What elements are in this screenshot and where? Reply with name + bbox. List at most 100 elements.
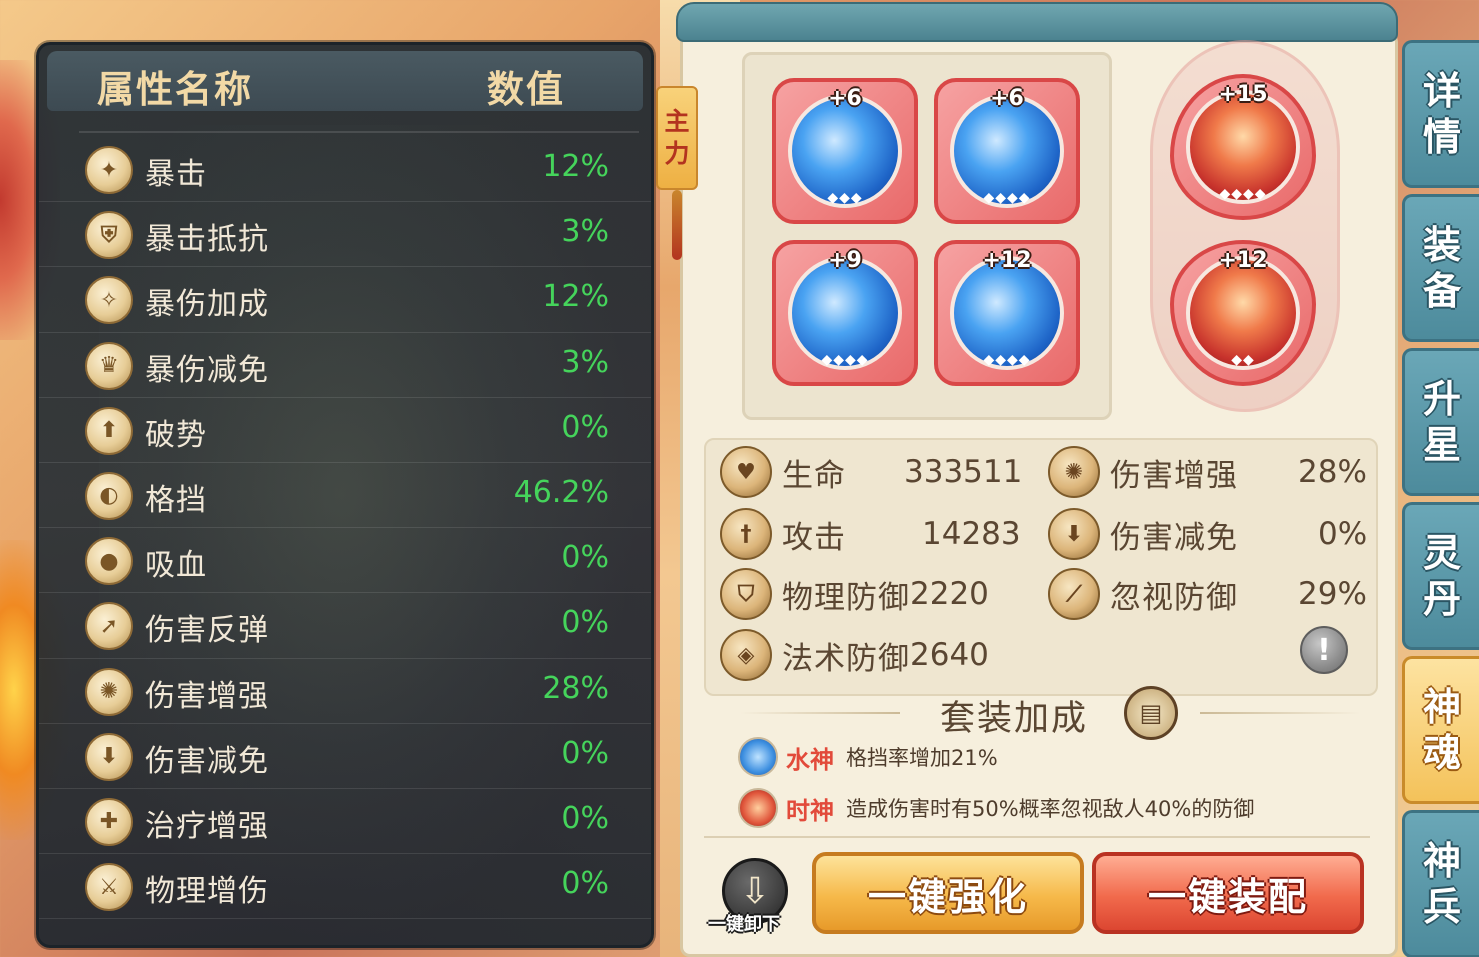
attribute-label: 伤害减免 [145,743,269,779]
divider [740,712,900,714]
stat-ignore-defense: ⟋ 忽视防御 29% [1048,566,1367,622]
soul-slot-6[interactable]: +12 ◆◆ [1170,240,1316,386]
slot-level: +15 [1218,82,1268,107]
crit-resist-icon: ⛨ [85,211,133,260]
stat-hp: ♥ 生命 333511 [720,444,1022,500]
stat-physical-defense: ⛉ 物理防御 2220 [720,566,989,622]
tab-char: 升 [1422,377,1461,421]
attribute-header: 属性名称 数值 [47,51,643,111]
attribute-label: 物理增伤 [145,874,269,910]
damage-boost-icon: ✺ [85,667,133,716]
stat-label: 法术防御 [782,640,910,677]
attribute-row: ✺ 伤害增强 28% [39,659,651,724]
stat-value: 2640 [910,637,989,673]
stat-damage-boost: ✺ 伤害增强 28% [1048,444,1367,500]
soul-slot-2[interactable]: +6 ◆◆◆◆ [934,78,1080,224]
tab-elixir[interactable]: 灵 丹 [1402,502,1479,650]
attribute-value: 0% [561,540,609,576]
attribute-label: 破势 [145,417,207,453]
main-tag-char: 力 [664,139,690,168]
tab-char: 详 [1422,69,1461,113]
set-bonus-item: 时神 造成伤害时有50%概率忽视敌人40%的防御 [738,787,1254,829]
tab-char: 魂 [1422,731,1461,775]
stat-value: 14283 [922,516,1021,552]
tab-star-up[interactable]: 升 星 [1402,348,1479,496]
slot-level: +6 [828,86,862,111]
time-god-icon [738,788,778,828]
tab-char: 兵 [1422,885,1461,929]
attribute-name-header: 属性名称 [97,68,253,111]
tab-divine-soul[interactable]: 神 魂 [1402,656,1479,804]
block-icon: ◐ [85,471,133,520]
attribute-label: 暴伤减免 [145,352,269,388]
slot-stars: ◆◆◆◆ [983,352,1031,368]
set-bonus-name: 水神 [786,745,834,774]
attribute-row: ⚔ 物理增伤 0% [39,854,651,920]
damage-reduce-icon: ⬇ [1048,508,1100,560]
tab-char: 备 [1422,269,1461,313]
tab-char: 情 [1422,115,1461,159]
attribute-value: 46.2% [513,474,609,510]
slot-level: +12 [1218,248,1268,273]
slot-level: +6 [990,86,1024,111]
strengthen-all-button[interactable]: 一键强化 [812,852,1084,934]
lifesteal-icon: ● [85,537,133,586]
stat-label: 物理防御 [782,579,910,616]
tab-details[interactable]: 详 情 [1402,40,1479,188]
stat-label: 伤害增强 [1110,457,1238,494]
attribute-label: 格挡 [145,482,207,518]
info-icon[interactable]: ! [1300,626,1348,674]
stat-value: 29% [1298,576,1367,612]
attribute-list[interactable]: ✦ 暴击 12% ⛨ 暴击抵抗 3% ✧ 暴伤加成 12% ♛ 暴伤减免 3% … [39,137,651,920]
slot-level: +12 [982,248,1032,273]
divider [704,836,1370,838]
soul-slot-3[interactable]: +9 ◆◆◆◆ [772,240,918,386]
set-bonus-text: 格挡率增加21% [846,746,998,770]
tab-char: 星 [1422,423,1461,467]
magic-shield-icon: ◈ [720,629,772,681]
heal-boost-icon: ✚ [85,797,133,846]
attribute-label: 暴击抵抗 [145,222,269,258]
divider [79,131,639,133]
attribute-value: 0% [561,800,609,836]
attribute-value: 12% [542,149,609,184]
stat-label: 攻击 [782,519,846,556]
crit-damage-reduce-icon: ♛ [85,341,133,390]
book-icon[interactable]: ▤ [1124,686,1178,740]
break-icon: ⬆ [85,406,133,455]
attribute-value: 3% [561,214,609,250]
attribute-panel[interactable]: 属性名称 数值 ✦ 暴击 12% ⛨ 暴击抵抗 3% ✧ 暴伤加成 12% ♛ … [36,42,654,948]
stat-label: 伤害减免 [1110,519,1238,556]
soul-slot-4[interactable]: +12 ◆◆◆◆ [934,240,1080,386]
sword-icon: † [720,508,772,560]
crit-icon: ✦ [85,146,133,194]
attribute-label: 暴伤加成 [145,287,269,323]
tab-equipment[interactable]: 装 备 [1402,194,1479,342]
attribute-row: ⬇ 伤害减免 0% [39,724,651,789]
soul-slot-1[interactable]: +6 ◆◆◆ [772,78,918,224]
slot-stars: ◆◆◆◆ [821,352,869,368]
slot-stars: ◆◆ [1231,352,1255,368]
attribute-value: 0% [561,866,609,902]
attribute-value: 3% [561,344,609,380]
slot-stars: ◆◆◆◆ [1219,186,1267,202]
attribute-value: 0% [561,409,609,445]
attribute-row: ✦ 暴击 12% [39,137,651,203]
set-bonus-name: 时神 [786,796,834,825]
unload-all-label[interactable]: 一键卸下 [708,910,780,936]
tab-char: 灵 [1422,531,1461,575]
stat-label: 忽视防御 [1110,579,1238,616]
soul-slot-5[interactable]: +15 ◆◆◆◆ [1170,74,1316,220]
tab-char: 装 [1422,223,1461,267]
divider [1200,712,1360,714]
attribute-row: ● 吸血 0% [39,528,651,594]
attribute-row: ♛ 暴伤减免 3% [39,333,651,398]
attribute-value: 12% [542,279,609,315]
arrow-down-icon: ⇩ [739,870,771,912]
stat-value: 2220 [910,576,989,612]
heart-icon: ♥ [720,446,772,498]
attribute-value: 0% [561,605,609,641]
tab-divine-weapon[interactable]: 神 兵 [1402,810,1479,957]
equip-all-button[interactable]: 一键装配 [1092,852,1364,934]
tab-char: 神 [1422,839,1461,883]
